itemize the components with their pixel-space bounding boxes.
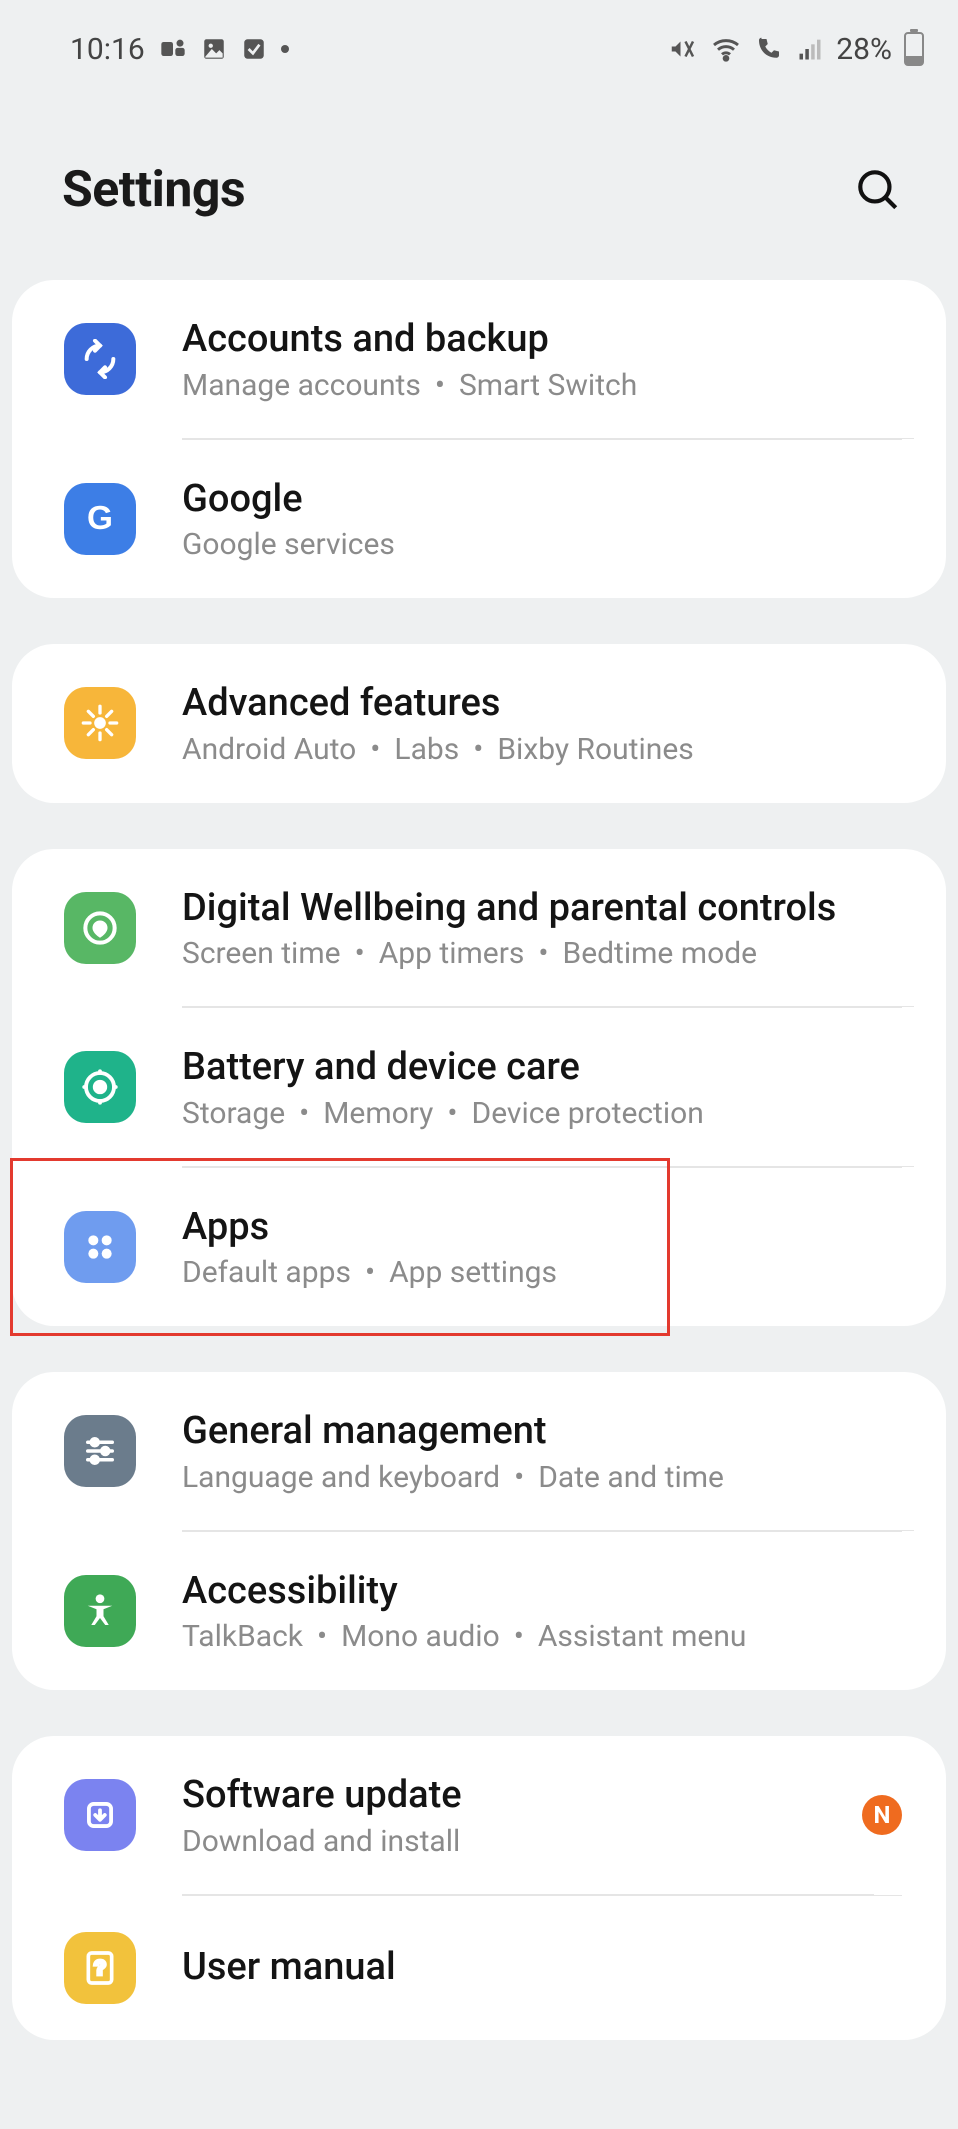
signal-icon xyxy=(796,35,824,63)
search-button[interactable] xyxy=(848,160,908,220)
row-title: Software update xyxy=(182,1772,862,1820)
wellbeing-icon xyxy=(64,892,136,964)
wifi-icon xyxy=(710,33,742,65)
row-title: Advanced features xyxy=(182,680,902,728)
row-title: Accessibility xyxy=(182,1568,902,1616)
row-subtitle: Language and keyboard•Date and time xyxy=(182,1460,902,1495)
general-icon xyxy=(64,1415,136,1487)
settings-row-general[interactable]: General management Language and keyboard•… xyxy=(12,1372,946,1531)
advanced-icon xyxy=(64,687,136,759)
settings-group: General management Language and keyboard•… xyxy=(12,1372,946,1690)
settings-row-wellbeing[interactable]: Digital Wellbeing and parental controlsS… xyxy=(12,849,946,1008)
check-icon xyxy=(241,36,267,62)
status-bar: 10:16 28% xyxy=(0,0,958,80)
row-title: Battery and device care xyxy=(182,1044,902,1092)
settings-row-battery[interactable]: Battery and device care Storage•Memory•De… xyxy=(12,1008,946,1167)
settings-row-google[interactable]: G GoogleGoogle services xyxy=(12,440,946,599)
manual-icon: ? xyxy=(64,1932,136,2004)
row-title: Google xyxy=(182,476,902,524)
row-title: Digital Wellbeing and parental controls xyxy=(182,885,902,933)
vibrate-mute-icon xyxy=(668,34,698,64)
page-title: Settings xyxy=(62,161,245,219)
settings-row-update[interactable]: Software update Download and installN xyxy=(12,1736,946,1895)
row-title: Apps xyxy=(182,1204,902,1252)
settings-group: Advanced features Android Auto•Labs•Bixby… xyxy=(12,644,946,803)
row-subtitle: Manage accounts•Smart Switch xyxy=(182,368,902,403)
accounts-icon xyxy=(64,323,136,395)
row-subtitle: Android Auto•Labs•Bixby Routines xyxy=(182,732,902,767)
settings-group: Accounts and backup Manage accounts•Smart… xyxy=(12,280,946,598)
status-time: 10:16 xyxy=(70,32,145,67)
row-subtitle: Google services xyxy=(182,527,902,562)
settings-group: Software update Download and installN? Use… xyxy=(12,1736,946,2040)
more-notifications-dot xyxy=(281,45,289,53)
row-subtitle: Default apps•App settings xyxy=(182,1255,902,1290)
row-title: Accounts and backup xyxy=(182,316,902,364)
settings-row-apps[interactable]: AppsDefault apps•App settings xyxy=(12,1168,946,1327)
update-icon xyxy=(64,1779,136,1851)
row-subtitle: Screen time•App timers•Bedtime mode xyxy=(182,936,902,971)
settings-row-a11y[interactable]: AccessibilityTalkBack•Mono audio•Assista… xyxy=(12,1532,946,1691)
settings-row-advanced[interactable]: Advanced features Android Auto•Labs•Bixby… xyxy=(12,644,946,803)
row-subtitle: Storage•Memory•Device protection xyxy=(182,1096,902,1131)
svg-text:G: G xyxy=(87,500,113,537)
wifi-calling-icon xyxy=(754,34,784,64)
battery-icon xyxy=(64,1051,136,1123)
update-badge: N xyxy=(862,1795,902,1835)
battery-percent: 28% xyxy=(836,32,892,67)
a11y-icon xyxy=(64,1575,136,1647)
settings-row-accounts[interactable]: Accounts and backup Manage accounts•Smart… xyxy=(12,280,946,439)
apps-icon xyxy=(64,1211,136,1283)
image-icon xyxy=(201,36,227,62)
google-icon: G xyxy=(64,483,136,555)
row-subtitle: Download and install xyxy=(182,1824,862,1859)
teams-icon xyxy=(159,35,187,63)
row-title: User manual xyxy=(182,1944,902,1992)
battery-icon xyxy=(904,32,924,66)
settings-group: Digital Wellbeing and parental controlsS… xyxy=(12,849,946,1327)
row-subtitle: TalkBack•Mono audio•Assistant menu xyxy=(182,1619,902,1654)
search-icon xyxy=(853,165,903,215)
settings-row-manual[interactable]: ? User manual xyxy=(12,1896,946,2040)
row-title: General management xyxy=(182,1408,902,1456)
svg-text:?: ? xyxy=(94,1957,106,1979)
page-header: Settings xyxy=(0,80,958,280)
